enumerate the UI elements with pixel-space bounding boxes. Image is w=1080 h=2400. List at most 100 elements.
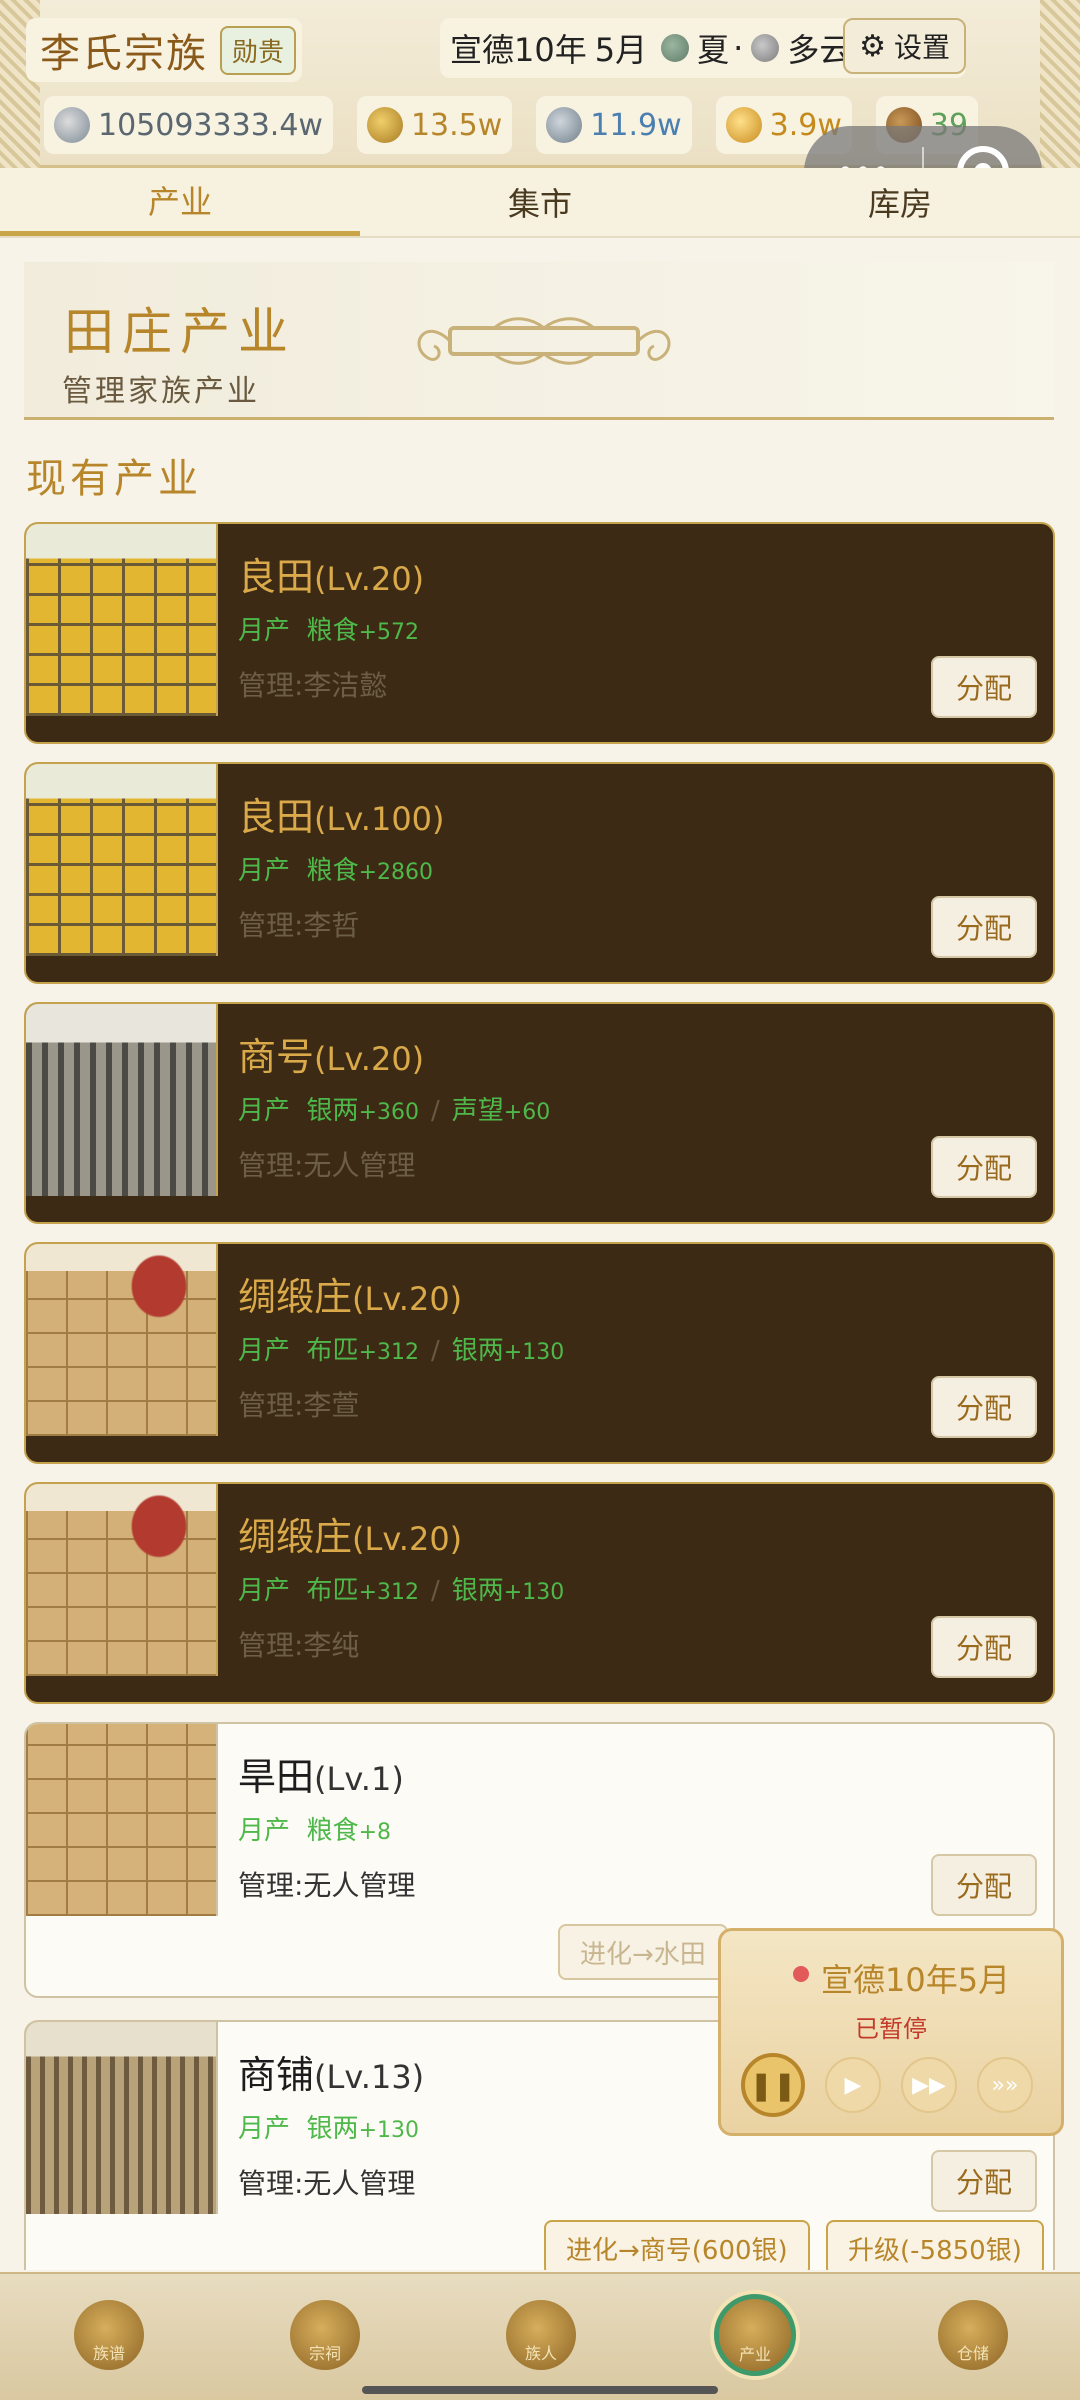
book-icon: 族谱 [92, 2344, 125, 2363]
resource-silver[interactable]: 105093333.4w [44, 96, 333, 154]
resource-scroll[interactable]: 11.9w [536, 96, 692, 154]
yield-prefix: 月产 [238, 856, 291, 886]
yield-amount: +130 [503, 1580, 565, 1605]
property-name: 绸缎庄 [238, 1275, 353, 1319]
field-thumbnail-icon [26, 764, 218, 956]
home-indicator[interactable] [362, 2386, 718, 2394]
prestige-icon [725, 107, 762, 143]
yield-item: 粮食 [306, 616, 359, 646]
play-icon: ▶ [844, 2072, 862, 2098]
tab-market[interactable]: 集市 [360, 168, 720, 236]
property-title: 商铺(Lv.13) [238, 2044, 424, 2099]
era-label: 宣德 [450, 31, 515, 69]
upgrade-button[interactable]: 升级(-5850银) [826, 2220, 1044, 2270]
property-manager: 管理:李哲 [238, 909, 360, 942]
nav-property[interactable]: 产业 [714, 2294, 796, 2376]
yield-amount: +312 [358, 1340, 419, 1365]
fastest-forward-button[interactable]: »» [977, 2057, 1033, 2113]
evolve-button[interactable]: 进化→水田 [558, 1924, 728, 1980]
yield-amount: +312 [358, 1580, 419, 1605]
property-level: (Lv.20) [314, 1040, 425, 1078]
evolve-button[interactable]: 进化→商号(600银) [544, 2220, 810, 2270]
nav-genealogy[interactable]: 族谱 [74, 2300, 144, 2370]
property-level: (Lv.20) [352, 1280, 463, 1318]
property-level: (Lv.1) [314, 1760, 404, 1798]
people-icon: 族人 [524, 2344, 557, 2363]
property-title: 旱田(Lv.1) [238, 1746, 404, 1801]
property-level: (Lv.100) [314, 800, 445, 838]
assign-button[interactable]: 分配 [931, 1136, 1037, 1198]
assign-button[interactable]: 分配 [931, 1616, 1037, 1678]
rank-badge: 勋贵 [220, 25, 297, 75]
season-icon [661, 34, 690, 62]
page-title: 田庄产业 [64, 303, 296, 361]
yield-item: 银两 [306, 1096, 359, 1126]
clan-info[interactable]: 李氏宗族 勋贵 [26, 18, 302, 82]
settings-button[interactable]: ⚙ 设置 [843, 18, 966, 74]
property-title: 良田(Lv.20) [238, 546, 424, 601]
yield-amount: +360 [358, 1100, 419, 1125]
property-name: 良田 [238, 555, 315, 599]
season-label: 夏 [697, 31, 730, 69]
date-weather-bar: 宣德 10年 5月 夏 · 多云 ⚙ 设置 [440, 18, 966, 78]
current-date-label: 宣德10年5月 [821, 1961, 1011, 1999]
fastest-forward-icon: »» [991, 2072, 1019, 2098]
yield-prefix: 月产 [238, 1576, 291, 1606]
tab-warehouse[interactable]: 库房 [720, 168, 1080, 236]
cloud-icon [751, 34, 780, 62]
bottom-navigation: 族谱 宗祠 族人 产业 仓储 [0, 2272, 1080, 2400]
tab-bar: 产业 集市 库房 [0, 168, 1080, 238]
property-yield: 月产 粮食+2860 [238, 850, 433, 887]
property-card: 商号(Lv.20) 月产 银两+360/声望+60 管理:无人管理 分配 [24, 1002, 1055, 1224]
time-state-label: 已暂停 [855, 2015, 927, 2043]
play-button[interactable]: ▶ [825, 2057, 881, 2113]
assign-button[interactable]: 分配 [931, 1376, 1037, 1438]
property-level: (Lv.20) [314, 560, 425, 598]
street-thumbnail-icon [26, 2022, 218, 2214]
nav-shrine[interactable]: 宗祠 [290, 2300, 360, 2370]
property-title: 绸缎庄(Lv.20) [238, 1506, 462, 1561]
time-widget-title: 宣德10年5月 [791, 1955, 1010, 2001]
property-title: 绸缎庄(Lv.20) [238, 1266, 462, 1321]
yield-item: 布匹 [306, 1576, 359, 1606]
property-manager: 管理:李萱 [238, 1389, 360, 1422]
property-name: 旱田 [238, 1755, 315, 1799]
nav-members[interactable]: 族人 [506, 2300, 576, 2370]
resource-money[interactable]: 13.5w [356, 96, 513, 154]
weather-label: 多云 [787, 31, 852, 69]
fast-forward-button[interactable]: ▶▶ [901, 2057, 957, 2113]
assign-button[interactable]: 分配 [931, 656, 1037, 718]
property-yield: 月产 布匹+312/银两+130 [238, 1576, 565, 1606]
assign-button[interactable]: 分配 [931, 896, 1037, 958]
yield-item: 声望 [451, 1096, 504, 1126]
month-label: 5月 [594, 31, 648, 69]
property-yield: 月产 粮食+8 [238, 1810, 391, 1847]
property-yield: 月产 银两+360/声望+60 [238, 1096, 551, 1126]
resource-value: 13.5w [410, 107, 503, 143]
pause-button[interactable]: ❚❚ [741, 2053, 805, 2117]
property-yield: 月产 银两+130 [238, 2108, 419, 2145]
yield-amount: +130 [503, 1340, 565, 1365]
gear-icon: ⚙ [859, 28, 886, 64]
field-thumbnail-icon [26, 524, 218, 716]
money-bag-icon [366, 107, 403, 143]
assign-button[interactable]: 分配 [931, 1854, 1037, 1916]
property-yield: 月产 布匹+312/银两+130 [238, 1336, 565, 1366]
property-name: 商铺 [238, 2053, 315, 2097]
yield-prefix: 月产 [238, 616, 291, 646]
property-card: 绸缎庄(Lv.20) 月产 布匹+312/银两+130 管理:李萱 分配 [24, 1242, 1055, 1464]
time-controls: ❚❚ ▶ ▶▶ »» [741, 2053, 1033, 2117]
year-label: 10年 [514, 31, 587, 69]
property-card: 绸缎庄(Lv.20) 月产 布匹+312/银两+130 管理:李纯 分配 [24, 1482, 1055, 1704]
assign-button[interactable]: 分配 [931, 2150, 1037, 2212]
palace-icon: 宗祠 [308, 2344, 341, 2363]
tab-industry[interactable]: 产业 [0, 168, 360, 236]
clan-name: 李氏宗族 [40, 31, 208, 77]
dry-field-thumbnail-icon [26, 1724, 218, 1916]
page-subtitle: 管理家族产业 [62, 374, 260, 409]
property-manager: 管理:无人管理 [238, 1869, 416, 1902]
yield-item: 银两 [451, 1336, 504, 1366]
yield-prefix: 月产 [238, 1336, 291, 1366]
nav-storage[interactable]: 仓储 [938, 2300, 1008, 2370]
yield-prefix: 月产 [238, 1816, 291, 1846]
